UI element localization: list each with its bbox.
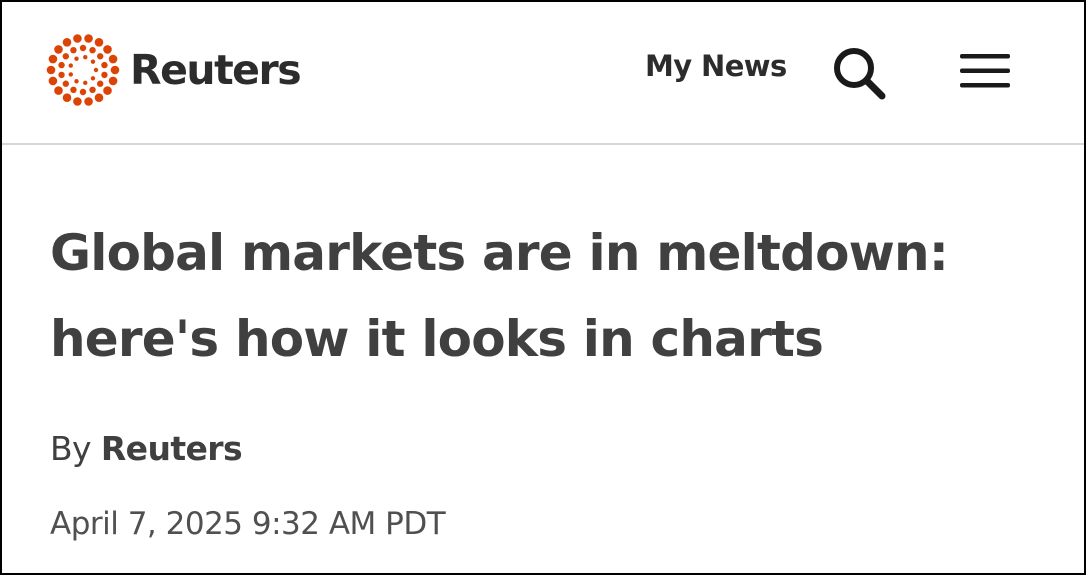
search-icon [834,48,886,100]
logo-dot [68,63,73,68]
logo-dot [54,86,63,95]
logo-dot [83,80,88,85]
logo-dot [48,54,58,64]
logo-dot [62,80,69,87]
logo-dot [58,61,65,69]
reuters-logo-icon [46,34,120,106]
logo-dot [94,93,104,103]
logo-dot [62,37,72,47]
author-link[interactable]: Reuters [101,429,243,468]
logo-dot [54,45,63,54]
article-byline: By Reuters [50,429,243,468]
logo-dot [73,97,82,106]
logo-dot [74,79,79,84]
article-date: April 7, 2025 9:32 AM PDT [50,506,446,542]
logo-dot [89,86,96,94]
logo-dot [79,44,87,52]
reuters-logo-link[interactable]: Reuters [46,32,302,108]
my-news-link[interactable]: My News [645,49,787,83]
logo-dot [108,76,118,86]
logo-dot [84,97,93,106]
logo-dot [62,53,69,60]
logo-dot [90,59,96,64]
logo-dot [89,46,96,54]
logo-dot [70,86,77,94]
logo-dot [58,71,65,79]
logo-wordmark: Reuters [130,46,302,94]
logo-dot [110,65,120,75]
logo-dot [83,55,88,60]
page-frame: Reuters My News Global markets are in me… [2,2,1084,573]
search-button[interactable] [828,42,890,104]
logo-dot [73,34,82,43]
menu-button[interactable] [956,48,1014,94]
logo-dot [103,86,112,95]
logo-dot [68,72,73,77]
logo-dot [74,56,79,61]
logo-dot [84,34,93,43]
site-header: Reuters My News [2,2,1084,145]
hamburger-menu-icon [960,54,1010,88]
logo-dot [79,88,87,96]
logo-dot [48,76,58,86]
logo-dot [101,61,108,69]
logo-dot [90,76,96,81]
logo-dot [97,53,104,60]
logo-dot [101,71,108,79]
logo-dot [62,93,72,103]
byline-prefix: By [50,429,92,468]
logo-dot [94,37,104,47]
logo-dot [108,54,118,64]
logo-dot [46,65,56,75]
logo-dot [93,67,99,73]
logo-dot [97,80,104,87]
article-headline: Global markets are in meltdown: here's h… [50,224,949,368]
logo-dot [70,46,77,54]
logo-dot [103,45,112,54]
